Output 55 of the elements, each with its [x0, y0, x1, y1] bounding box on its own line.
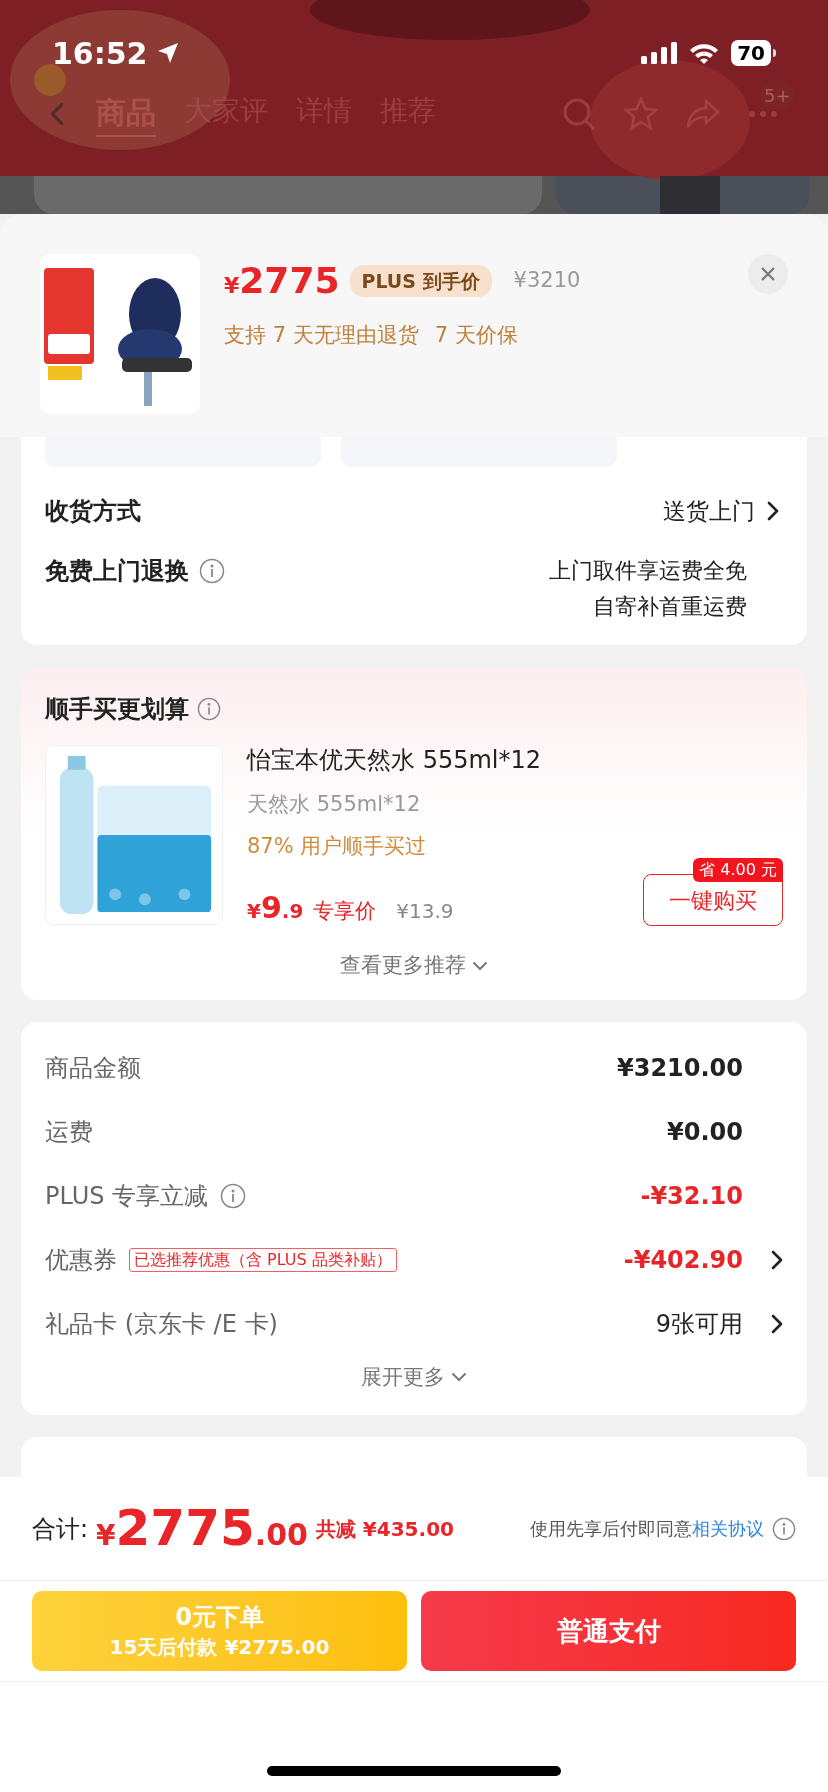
total-price: ¥2775.00 — [96, 1498, 308, 1559]
price-label: 专享价 — [313, 898, 377, 925]
coupon-tag: 已选推荐优惠（含 PLUS 品类补贴） — [129, 1247, 397, 1272]
free-return-note: 自寄补首重运费 — [593, 593, 747, 621]
free-return-note: 上门取件享运费全免 — [549, 557, 747, 585]
delivery-label: 收货方式 — [45, 496, 141, 527]
summary-label: 商品金额 — [45, 1052, 141, 1084]
summary-label: 运费 — [45, 1116, 93, 1148]
wifi-icon — [689, 42, 720, 64]
summary-value: ¥0.00 — [667, 1116, 743, 1148]
chevron-right-icon — [767, 501, 779, 521]
more-icon[interactable] — [748, 109, 778, 118]
chevron-down-icon — [472, 960, 488, 971]
chevron-right-icon — [771, 1249, 783, 1270]
chevron-down-icon — [451, 1372, 467, 1383]
summary-label: PLUS 专享立减 — [45, 1180, 209, 1212]
close-icon — [760, 266, 776, 282]
more-recommendations-button[interactable]: 查看更多推荐 — [340, 950, 488, 982]
summary-value: -¥32.10 — [640, 1180, 743, 1212]
info-icon[interactable] — [197, 697, 221, 721]
savings-badge: 省 4.00 元 — [693, 858, 783, 882]
service-label: 7 天价保 — [434, 322, 518, 349]
exclusive-price: ¥9.9 — [247, 889, 304, 927]
info-icon[interactable] — [199, 558, 225, 584]
sale-price: ¥2775 — [224, 259, 340, 303]
chevron-right-icon — [771, 1313, 783, 1334]
info-icon[interactable] — [772, 1516, 796, 1541]
summary-value[interactable]: -¥402.90 — [623, 1241, 743, 1278]
free-return-label: 免费上门退换 — [45, 556, 189, 587]
product-name[interactable]: 怡宝本优天然水 555ml*12 — [247, 745, 783, 775]
pay-button[interactable]: 普通支付 — [421, 1591, 796, 1671]
back-icon — [50, 101, 64, 126]
recommend-title: 顺手买更划算 — [45, 694, 189, 725]
signal-icon — [641, 42, 678, 64]
star-icon[interactable] — [624, 96, 658, 131]
close-button[interactable] — [748, 254, 788, 294]
summary-value: ¥3210.00 — [617, 1052, 743, 1084]
search-icon[interactable] — [562, 96, 596, 131]
service-label: 支持 7 天无理由退货 — [224, 322, 419, 349]
total-savings: 共减 ¥435.00 — [315, 1515, 454, 1543]
original-price: ¥3210 — [513, 267, 581, 295]
total-label: 合计: — [32, 1513, 89, 1545]
status-time: 16:52 — [52, 34, 148, 73]
summary-label: 优惠券 — [45, 1244, 117, 1276]
plus-price-tag: PLUS 到手价 — [349, 264, 492, 298]
summary-value[interactable]: 9张可用 — [655, 1305, 743, 1342]
info-icon[interactable] — [220, 1182, 247, 1209]
agreement-link[interactable]: 相关协议 — [692, 1518, 764, 1539]
agreement-text: 使用先享后付即同意相关协议 — [530, 1517, 764, 1541]
purchase-note: 87% 用户顺手买过 — [247, 832, 428, 860]
summary-label: 礼品卡 (京东卡 /E 卡) — [45, 1308, 278, 1340]
expand-more-button[interactable]: 展开更多 — [361, 1361, 467, 1393]
delivery-value[interactable]: 送货上门 — [663, 493, 755, 529]
product-spec: 天然水 555ml*12 — [247, 791, 422, 818]
original-price: ¥13.9 — [396, 898, 454, 925]
